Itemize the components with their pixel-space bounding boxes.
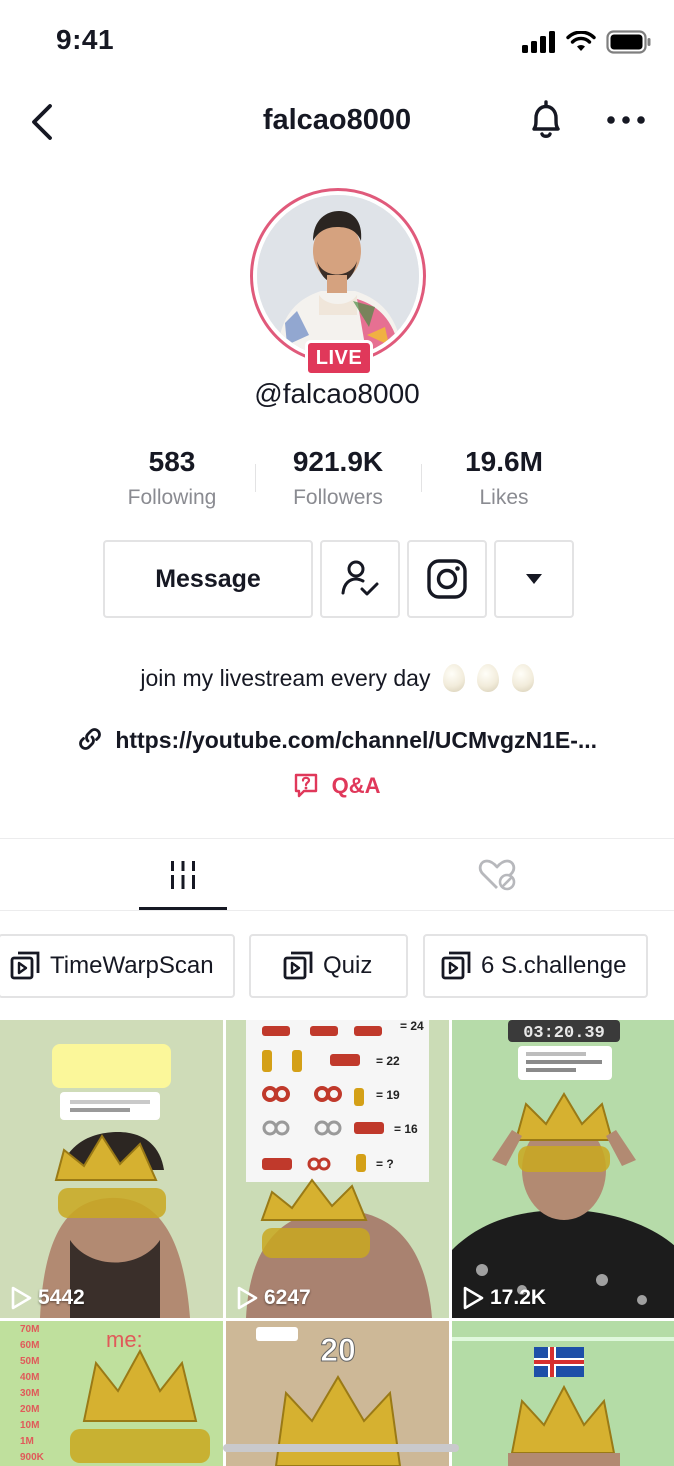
wifi-icon [566, 31, 596, 51]
message-button[interactable]: Message [103, 540, 313, 618]
stat-label: Followers [293, 486, 383, 509]
view-count-label: 6247 [264, 1286, 311, 1309]
video-thumbnail[interactable] [452, 1321, 674, 1466]
link-icon [79, 728, 101, 750]
stat-label: Following [127, 486, 217, 509]
iceland-flag-icon [534, 1347, 584, 1377]
instagram-button[interactable] [407, 540, 487, 618]
link-text: https://youtube.com/channel/UCMvgzN1E-..… [115, 727, 598, 753]
profile-stats: 583 Following 921.9K Followers 19.6M Lik… [0, 446, 674, 516]
scale-label: 50M [20, 1356, 39, 1367]
bell-icon[interactable] [524, 98, 568, 142]
qa-label: Q&A [331, 773, 381, 798]
scale-label: 60M [20, 1340, 39, 1351]
video-thumbnail[interactable]: 03:20.39 17.2K [452, 1020, 674, 1318]
equation-result: = ? [376, 1157, 394, 1171]
playlist-icon [10, 951, 40, 980]
divider [0, 910, 674, 911]
signal-icon [522, 31, 555, 53]
playlist-chip[interactable]: TimeWarpScan [0, 934, 235, 998]
hidden-heart-icon [478, 859, 515, 891]
video-thumbnail[interactable]: 70M 60M 50M 40M 30M 20M 10M 1M 900K me: [0, 1321, 223, 1466]
stat-value: 19.6M [465, 446, 543, 477]
question-bubble-icon [295, 773, 318, 798]
profile-bio: join my livestream every day [0, 664, 674, 692]
video-thumbnail[interactable]: 5442 [0, 1020, 223, 1318]
playlist-label: TimeWarpScan [50, 952, 214, 979]
videos-grid-icon [170, 861, 195, 889]
status-bar: 9:41 [0, 0, 674, 84]
caret-down-icon [526, 574, 542, 584]
user-check-icon [341, 560, 379, 596]
egg-emoji-icon [442, 664, 465, 692]
tab-liked[interactable] [328, 840, 665, 910]
playlist-icon [283, 951, 313, 980]
profile-handle: @falcao8000 [254, 378, 420, 409]
playlist-label: 6 S.challenge [481, 952, 627, 979]
bio-text: join my livestream every day [140, 665, 431, 691]
egg-emoji-icon [477, 664, 500, 692]
playlist-chip[interactable]: Quiz [249, 934, 408, 998]
video-thumbnail[interactable]: = 24 = 22 = 19 = 16 = ? 6247 [226, 1020, 449, 1318]
view-count-label: 17.2K [490, 1286, 547, 1309]
following-status-button[interactable] [320, 540, 400, 618]
view-count-label: 5442 [38, 1286, 85, 1309]
status-icons [522, 30, 652, 54]
egg-emoji-icon [511, 664, 534, 692]
stat-value: 921.9K [292, 446, 384, 477]
playlist-chip[interactable]: 6 S.challenge [423, 934, 648, 998]
equation-result: = 16 [394, 1122, 418, 1136]
tab-videos[interactable] [14, 840, 351, 910]
status-time: 9:41 [56, 24, 115, 55]
nav-header: falcao8000 [0, 84, 674, 156]
view-count: 17.2K [462, 1286, 546, 1310]
timer-display: 03:20.39 [523, 1024, 605, 1043]
home-indicator [223, 1444, 459, 1452]
equation-result: = 19 [376, 1088, 400, 1102]
avatar[interactable] [250, 188, 426, 364]
profile-link[interactable]: https://youtube.com/channel/UCMvgzN1E-..… [0, 726, 674, 754]
meme-label: me: [106, 1327, 143, 1352]
play-icon [237, 1286, 258, 1310]
more-actions-dropdown[interactable] [494, 540, 574, 618]
stat-value: 583 [148, 446, 196, 477]
more-options-icon[interactable] [604, 110, 648, 130]
content-tabs [0, 840, 674, 910]
view-count: 6247 [236, 1286, 311, 1310]
live-badge[interactable]: LIVE [305, 340, 373, 376]
divider [0, 838, 674, 839]
qa-button[interactable]: Q&A [0, 772, 674, 799]
stat-followers[interactable]: 921.9K Followers [248, 446, 428, 510]
scale-label: 40M [20, 1372, 39, 1383]
scale-label: 900K [20, 1452, 45, 1463]
page-title: falcao8000 [262, 104, 412, 136]
scale-label: 1M [20, 1436, 34, 1447]
stat-following[interactable]: 583 Following [82, 446, 262, 510]
scale-label: 10M [20, 1420, 39, 1431]
scale-label: 30M [20, 1388, 39, 1399]
stat-label: Likes [479, 486, 529, 509]
play-icon [11, 1286, 32, 1310]
stat-likes[interactable]: 19.6M Likes [414, 446, 594, 510]
playlist-icon [441, 951, 471, 980]
avatar-image [257, 195, 419, 357]
battery-icon [606, 30, 651, 54]
video-grid: 5442 = 24 = 22 = 19 = 16 = ? 6247 03:20.… [0, 1020, 674, 1466]
view-count: 5442 [10, 1286, 85, 1310]
equation-result: = 22 [376, 1054, 400, 1068]
play-icon [463, 1286, 484, 1310]
instagram-icon [427, 559, 467, 599]
playlist-label: Quiz [323, 952, 373, 979]
scale-label: 20M [20, 1404, 39, 1415]
equation-result: = 24 [400, 1020, 424, 1033]
scale-label: 70M [20, 1324, 39, 1335]
profile-actions: Message [0, 540, 674, 620]
playlist-row: TimeWarpScan Quiz 6 S.challenge [0, 934, 674, 1000]
countdown-number: 20 [320, 1332, 356, 1368]
